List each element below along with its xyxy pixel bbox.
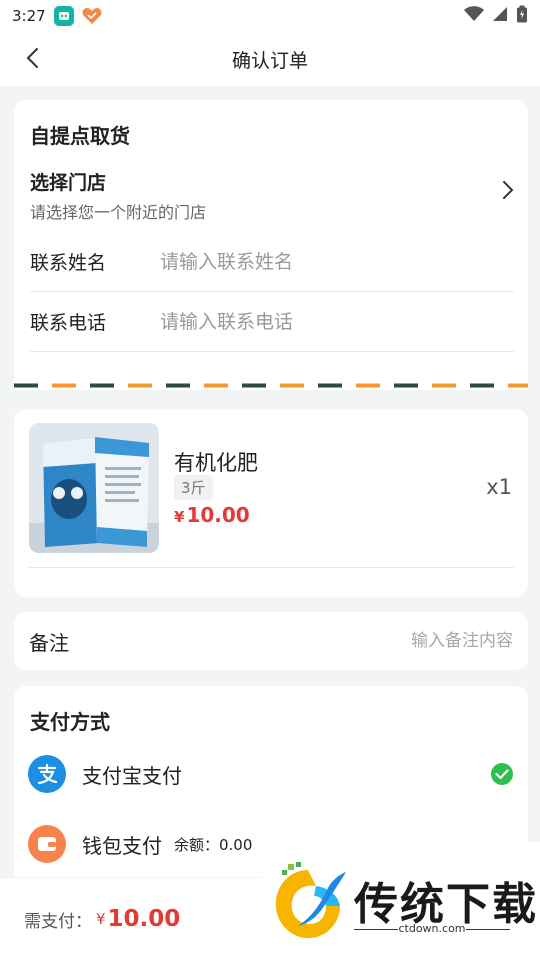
contact-phone-row: 联系电话 [30,292,514,352]
watermark-url: ctdown.com [398,922,466,935]
wallet-balance: 余额：0.00 [174,835,253,854]
product-name: 有机化肥 [174,451,258,475]
page-title: 确认订单 [231,49,308,72]
contact-name-input[interactable] [160,250,514,273]
contact-phone-input[interactable] [160,310,514,333]
chevron-right-icon [502,180,514,204]
pickup-card: 自提点取货 选择门店 请选择您一个附近的门店 联系姓名 联系电话 [14,100,528,390]
payment-title: 支付方式 [30,710,110,734]
watermark-logo-icon [275,862,346,939]
app-notification-icon [53,6,74,26]
dashed-edge-divider [14,383,528,388]
product-price: ¥10.00 [174,503,250,527]
product-image [29,423,159,553]
select-store-row[interactable]: 选择门店 请选择您一个附近的门店 [30,168,514,222]
remark-card: 备注 [14,612,528,670]
contact-name-row: 联系姓名 [30,232,514,292]
product-divider [29,567,514,568]
contact-phone-label: 联系电话 [30,312,107,334]
back-button[interactable] [18,44,46,72]
product-price-symbol: ¥ [174,508,185,526]
total-label: 需支付： [24,911,92,932]
payment-option-label: 支付宝支付 [82,763,182,788]
wifi-icon [464,6,484,26]
signal-icon [492,6,508,26]
select-store-title: 选择门店 [30,172,107,194]
product-spec-badge: 3斤 [174,475,213,500]
contact-name-label: 联系姓名 [30,252,107,274]
product-price-value: 10.00 [186,503,250,527]
pickup-title: 自提点取货 [30,124,130,148]
check-circle-icon [490,762,514,790]
select-store-subtitle: 请选择您一个附近的门店 [30,203,207,222]
status-bar: 3:27 [0,0,540,32]
status-time: 3:27 [12,7,46,25]
product-card: 有机化肥 3斤 ¥10.00 x1 [14,409,528,597]
wallet-icon [28,825,66,863]
heart-notification-icon [82,6,102,26]
product-quantity: x1 [486,475,512,499]
watermark: 传统下载 ctdown.com [262,842,540,960]
payment-option-label: 钱包支付 [82,833,162,858]
payment-option-alipay[interactable]: 支付宝支付 [28,752,514,796]
battery-icon [516,5,528,27]
remark-label: 备注 [29,630,69,655]
chevron-left-icon [26,48,38,68]
total-currency-symbol: ¥ [96,910,106,928]
nav-bar: 确认订单 [0,32,540,86]
remark-input[interactable] [149,631,513,651]
total-amount: 10.00 [107,906,181,932]
alipay-icon [28,755,66,793]
